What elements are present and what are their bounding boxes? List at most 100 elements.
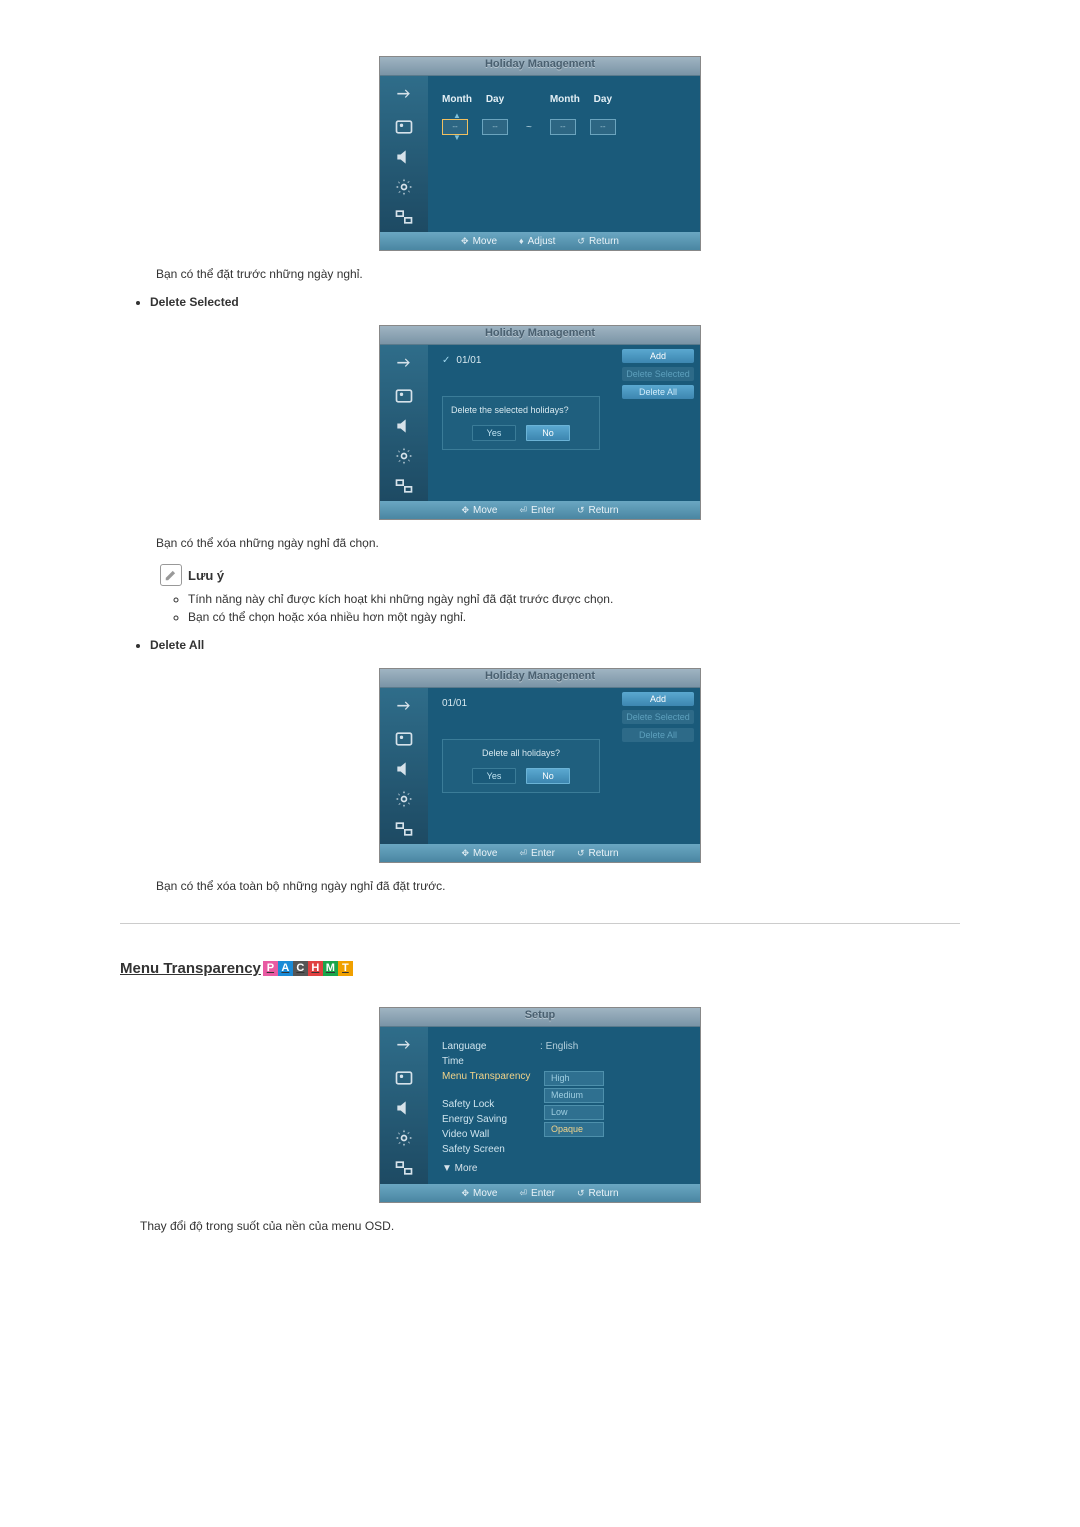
panel1-title: Holiday Management xyxy=(380,58,700,70)
badge-m: M xyxy=(323,961,338,976)
note-item-2: Bạn có thể chọn hoặc xóa nhiều hơn một n… xyxy=(188,610,960,624)
panel2-footer: ✥Move ⏎Enter ↺Return xyxy=(380,501,700,519)
delete-selected-button[interactable]: Delete Selected xyxy=(622,710,694,724)
delete-all-button[interactable]: Delete All xyxy=(622,728,694,742)
multi-control-icon[interactable] xyxy=(391,816,417,842)
setup-language-row[interactable]: Language English xyxy=(442,1041,686,1052)
day-field-1[interactable]: -- xyxy=(482,119,508,135)
osd-sidebar xyxy=(380,1027,428,1184)
picture-icon[interactable] xyxy=(391,726,417,752)
hint-enter: Enter xyxy=(531,1188,555,1199)
month-label-1: Month xyxy=(442,94,472,105)
hint-move: Move xyxy=(473,848,497,859)
hint-move: Move xyxy=(473,505,497,516)
badge-t: T xyxy=(338,961,353,976)
hint-move: Move xyxy=(473,1188,497,1199)
multi-control-icon[interactable] xyxy=(391,473,417,499)
sound-icon[interactable] xyxy=(391,144,417,170)
move-icon: ✥ xyxy=(461,1188,469,1199)
source-badges: P A C H M T xyxy=(263,961,353,976)
panel2-content: ✓ 01/01 Add Delete Selected Delete All D… xyxy=(428,345,700,501)
multi-control-icon[interactable] xyxy=(391,204,417,230)
delete-all-button[interactable]: Delete All xyxy=(622,385,694,399)
setup-icon[interactable] xyxy=(391,443,417,469)
more-row[interactable]: ▼ More xyxy=(442,1163,686,1174)
sound-icon[interactable] xyxy=(391,413,417,439)
day-field-2[interactable]: -- xyxy=(590,119,616,135)
setup-time-row[interactable]: Time xyxy=(442,1056,686,1067)
osd-sidebar xyxy=(380,76,428,232)
desc2: Bạn có thể xóa những ngày nghỉ đã chọn. xyxy=(156,536,960,550)
panel3-title: Holiday Management xyxy=(380,670,700,682)
return-icon: ↺ xyxy=(577,848,585,859)
page: Holiday Management Month ▲ xyxy=(0,0,1080,1307)
panel2-title: Holiday Management xyxy=(380,327,700,339)
panel1-titlebar: Holiday Management xyxy=(380,57,700,76)
picture-icon[interactable] xyxy=(391,1065,417,1091)
safety-lock-label: Safety Lock xyxy=(442,1099,540,1110)
input-icon[interactable] xyxy=(391,696,417,722)
return-icon: ↺ xyxy=(577,505,585,516)
time-label: Time xyxy=(442,1056,540,1067)
yes-button[interactable]: Yes xyxy=(472,768,516,784)
option-high[interactable]: High xyxy=(544,1071,604,1086)
badge-h: H xyxy=(308,961,323,976)
option-low[interactable]: Low xyxy=(544,1105,604,1120)
day-label-1: Day xyxy=(482,94,508,105)
holiday-date: 01/01 xyxy=(442,698,467,709)
desc4: Thay đổi độ trong suốt của nền của menu … xyxy=(140,1219,960,1233)
desc1: Bạn có thể đặt trước những ngày nghỉ. xyxy=(156,267,960,281)
hint-adjust: Adjust xyxy=(528,236,556,247)
no-button[interactable]: No xyxy=(526,768,570,784)
picture-icon[interactable] xyxy=(391,383,417,409)
setup-safetyscreen-row[interactable]: Safety Screen xyxy=(442,1144,686,1155)
panel3-right-buttons: Add Delete Selected Delete All xyxy=(622,692,694,742)
sound-icon[interactable] xyxy=(391,1095,417,1121)
range-dash: ~ xyxy=(526,122,532,133)
language-value: English xyxy=(540,1041,578,1052)
panel3-wrap: Holiday Management 01/01 Add Delete xyxy=(120,668,960,863)
safety-screen-label: Safety Screen xyxy=(442,1144,540,1155)
setup-panel: Setup Language English xyxy=(379,1007,701,1203)
month-field-1[interactable]: -- xyxy=(442,119,468,135)
badge-c: C xyxy=(293,961,308,976)
sound-icon[interactable] xyxy=(391,756,417,782)
setup-icon[interactable] xyxy=(391,174,417,200)
option-opaque[interactable]: Opaque xyxy=(544,1122,604,1137)
panel2-right-buttons: Add Delete Selected Delete All xyxy=(622,349,694,399)
panel4-wrap: Setup Language English xyxy=(120,1007,960,1203)
holiday-management-panel-delete-selected: Holiday Management ✓ 01/01 Add xyxy=(379,325,701,520)
panel4-content: Language English Time Menu Transparency … xyxy=(428,1027,700,1184)
hint-return: Return xyxy=(589,236,619,247)
move-icon: ✥ xyxy=(461,848,469,859)
setup-icon[interactable] xyxy=(391,1125,417,1151)
input-icon[interactable] xyxy=(391,1035,417,1061)
hint-enter: Enter xyxy=(531,848,555,859)
option-medium[interactable]: Medium xyxy=(544,1088,604,1103)
note-item-1: Tính năng này chỉ được kích hoạt khi nhữ… xyxy=(188,592,960,606)
panel4-title: Setup xyxy=(380,1009,700,1021)
hint-return: Return xyxy=(588,848,618,859)
input-icon[interactable] xyxy=(391,353,417,379)
add-button[interactable]: Add xyxy=(622,349,694,363)
panel3-content: 01/01 Add Delete Selected Delete All Del… xyxy=(428,688,700,844)
video-wall-label: Video Wall xyxy=(442,1129,540,1140)
dialog-message: Delete the selected holidays? xyxy=(451,405,591,415)
add-button[interactable]: Add xyxy=(622,692,694,706)
month-field-2[interactable]: -- xyxy=(550,119,576,135)
picture-icon[interactable] xyxy=(391,114,417,140)
bullet-delete-all: Delete All xyxy=(150,638,960,652)
enter-icon: ⏎ xyxy=(519,505,527,516)
badge-p: P xyxy=(263,961,278,976)
setup-icon[interactable] xyxy=(391,786,417,812)
panel3-footer: ✥Move ⏎Enter ↺Return xyxy=(380,844,700,862)
no-button[interactable]: No xyxy=(526,425,570,441)
delete-selected-button[interactable]: Delete Selected xyxy=(622,367,694,381)
multi-control-icon[interactable] xyxy=(391,1155,417,1181)
down-arrow-icon[interactable]: ▼ xyxy=(442,135,472,141)
hint-enter: Enter xyxy=(531,505,555,516)
input-icon[interactable] xyxy=(391,84,417,110)
confirm-dialog: Delete all holidays? Yes No xyxy=(442,739,600,793)
language-label: Language xyxy=(442,1041,540,1052)
yes-button[interactable]: Yes xyxy=(472,425,516,441)
